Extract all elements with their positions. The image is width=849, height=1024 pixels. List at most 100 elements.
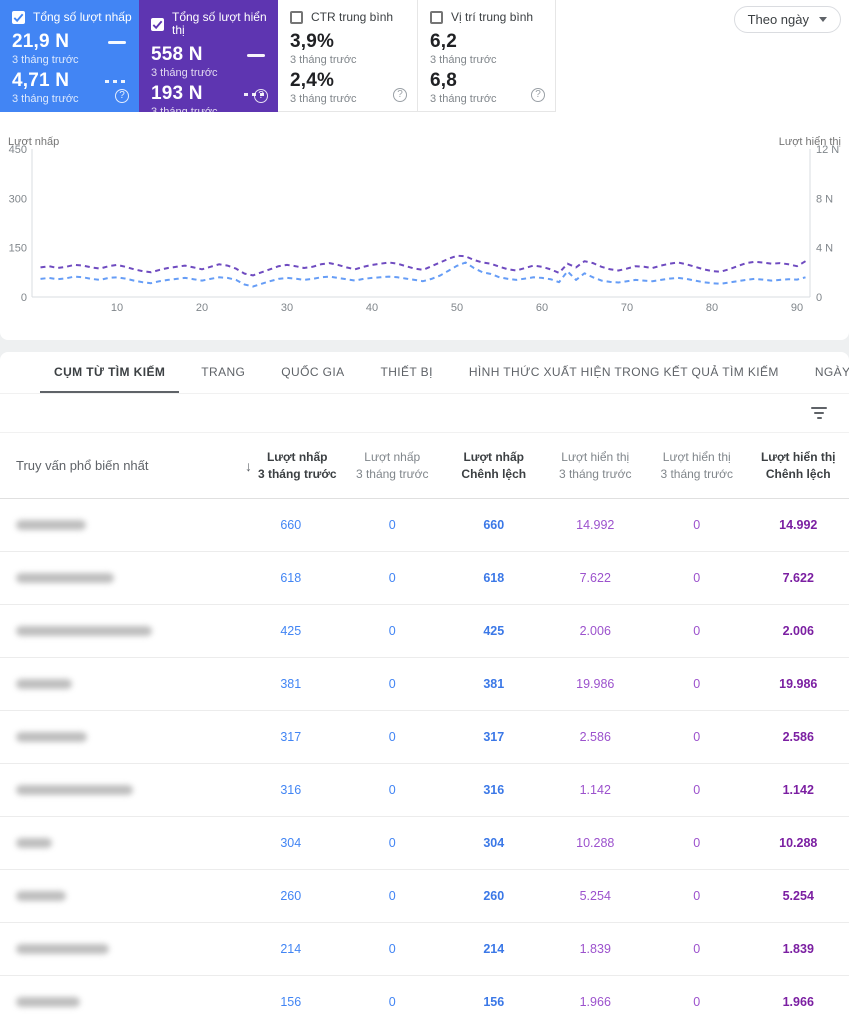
column-header-impressions-previous[interactable]: Lượt hiển thị 3 tháng trước	[646, 449, 748, 483]
table-panel: CỤM TỪ TÌM KIẾM TRANG QUỐC GIA THIẾT BỊ …	[0, 352, 849, 1024]
redacted-query	[16, 626, 152, 636]
granularity-label: Theo ngày	[747, 12, 809, 27]
checkbox-checked-icon[interactable]	[12, 11, 25, 24]
column-header-clicks-difference[interactable]: Lượt nhấp Chênh lệch	[443, 449, 545, 483]
metric-value-current: 21,9 N	[12, 31, 70, 52]
cell-clicks-difference: 425	[483, 624, 505, 638]
table-row[interactable]: 660 0 660 14.992 0 14.992	[0, 499, 849, 552]
table-row[interactable]: 304 0 304 10.288 0 10.288	[0, 817, 849, 870]
cell-clicks-difference: 660	[483, 518, 505, 532]
checkbox-unchecked-icon[interactable]	[430, 11, 443, 24]
svg-text:40: 40	[366, 302, 378, 314]
metric-value-current: 558 N	[151, 44, 203, 65]
tab-pages[interactable]: TRANG	[187, 352, 259, 393]
tab-dates[interactable]: NGÀY	[801, 352, 849, 393]
svg-text:150: 150	[9, 243, 27, 255]
metric-period: 3 tháng trước	[290, 54, 357, 66]
solid-line-legend-icon	[247, 53, 265, 57]
cell-impressions-previous: 0	[693, 942, 701, 956]
column-header-clicks-previous[interactable]: Lượt nhấp 3 tháng trước	[342, 449, 444, 483]
cell-impressions-previous: 0	[693, 730, 701, 744]
table-header: Truy vấn phổ biến nhất ↓ Lượt nhấp 3 thán…	[0, 433, 849, 499]
cell-clicks-previous: 0	[388, 995, 396, 1009]
svg-text:8 N: 8 N	[816, 193, 833, 205]
help-icon[interactable]: ?	[531, 88, 545, 102]
cell-impressions-current: 5.254	[579, 889, 611, 903]
cell-impressions-difference: 1.966	[782, 995, 814, 1009]
card-total-impressions[interactable]: Tổng số lượt hiển thị 558 N 3 tháng trướ…	[139, 0, 278, 118]
cell-clicks-previous: 0	[388, 942, 396, 956]
cell-impressions-previous: 0	[693, 995, 701, 1009]
table-row[interactable]: 317 0 317 2.586 0 2.586	[0, 711, 849, 764]
cell-impressions-difference: 2.006	[782, 624, 814, 638]
table-row[interactable]: 618 0 618 7.622 0 7.622	[0, 552, 849, 605]
card-average-position[interactable]: Vị trí trung bình 6,2 3 tháng trước 6,8 …	[417, 0, 556, 112]
cell-impressions-current: 1.839	[579, 942, 611, 956]
card-average-ctr[interactable]: CTR trung bình 3,9% 3 tháng trước 2,4% 3…	[278, 0, 417, 112]
cell-clicks-difference: 214	[483, 942, 505, 956]
cell-impressions-previous: 0	[693, 889, 701, 903]
cell-clicks-current: 260	[280, 889, 302, 903]
card-total-clicks[interactable]: Tổng số lượt nhấp 21,9 N 3 tháng trước 4…	[0, 0, 139, 112]
tab-devices[interactable]: THIẾT BỊ	[367, 352, 447, 393]
cell-clicks-current: 304	[280, 836, 302, 850]
cell-clicks-current: 381	[280, 677, 302, 691]
checkbox-unchecked-icon[interactable]	[290, 11, 303, 24]
card-label: Vị trí trung bình	[451, 10, 534, 24]
checkbox-checked-icon[interactable]	[151, 17, 164, 31]
table-row[interactable]: 214 0 214 1.839 0 1.839	[0, 923, 849, 976]
tab-search-appearance[interactable]: HÌNH THỨC XUẤT HIỆN TRONG KẾT QUẢ TÌM KI…	[455, 352, 793, 393]
cell-impressions-current: 2.006	[579, 624, 611, 638]
svg-text:90: 90	[791, 302, 803, 314]
table-row[interactable]: 381 0 381 19.986 0 19.986	[0, 658, 849, 711]
redacted-query	[16, 944, 109, 954]
cell-impressions-current: 2.586	[579, 730, 611, 744]
help-icon[interactable]: ?	[393, 88, 407, 102]
column-header-clicks-current[interactable]: ↓ Lượt nhấp 3 tháng trước	[240, 449, 342, 483]
svg-text:4 N: 4 N	[816, 243, 833, 255]
cell-impressions-difference: 19.986	[779, 677, 818, 691]
table-row[interactable]: 316 0 316 1.142 0 1.142	[0, 764, 849, 817]
cell-impressions-difference: 10.288	[779, 836, 818, 850]
metric-value-previous: 4,71 N	[12, 70, 70, 91]
svg-text:20: 20	[196, 302, 208, 314]
metric-value-previous: 193 N	[151, 83, 203, 104]
filter-icon[interactable]	[807, 403, 831, 423]
metric-period: 3 tháng trước	[430, 54, 497, 66]
solid-line-legend-icon	[108, 40, 126, 44]
cell-clicks-previous: 0	[388, 783, 396, 797]
table-row[interactable]: 425 0 425 2.006 0 2.006	[0, 605, 849, 658]
metric-value-previous: 6,8	[430, 70, 458, 91]
redacted-query	[16, 838, 52, 848]
redacted-query	[16, 997, 80, 1007]
cell-impressions-previous: 0	[693, 571, 701, 585]
cell-clicks-current: 660	[280, 518, 302, 532]
metric-value-current: 3,9%	[290, 31, 335, 52]
metric-value-previous: 2,4%	[290, 70, 335, 91]
tab-countries[interactable]: QUỐC GIA	[267, 352, 358, 393]
help-icon[interactable]: ?	[115, 89, 129, 103]
filter-row	[0, 393, 849, 433]
table-row[interactable]: 156 0 156 1.966 0 1.966	[0, 976, 849, 1024]
column-header-impressions-difference[interactable]: Lượt hiển thị Chênh lệch	[748, 449, 849, 483]
query-cell	[0, 626, 240, 636]
column-header-impressions-current[interactable]: Lượt hiển thị 3 tháng trước	[545, 449, 647, 483]
cell-clicks-current: 316	[280, 783, 302, 797]
redacted-query	[16, 785, 133, 795]
help-icon[interactable]: ?	[254, 89, 268, 103]
cell-clicks-difference: 618	[483, 571, 505, 585]
cell-impressions-current: 19.986	[576, 677, 615, 691]
column-header-query: Truy vấn phổ biến nhất	[16, 458, 149, 473]
granularity-dropdown[interactable]: Theo ngày	[733, 6, 841, 33]
cell-impressions-current: 14.992	[576, 518, 615, 532]
tab-queries[interactable]: CỤM TỪ TÌM KIẾM	[40, 352, 180, 393]
table-row[interactable]: 260 0 260 5.254 0 5.254	[0, 870, 849, 923]
query-cell	[0, 997, 240, 1007]
cell-clicks-difference: 381	[483, 677, 505, 691]
card-label: Tổng số lượt hiển thị	[172, 10, 267, 37]
metric-period: 3 tháng trước	[151, 67, 218, 79]
cell-impressions-difference: 2.586	[782, 730, 814, 744]
cell-impressions-current: 1.966	[579, 995, 611, 1009]
cell-clicks-difference: 304	[483, 836, 505, 850]
cell-clicks-difference: 316	[483, 783, 505, 797]
